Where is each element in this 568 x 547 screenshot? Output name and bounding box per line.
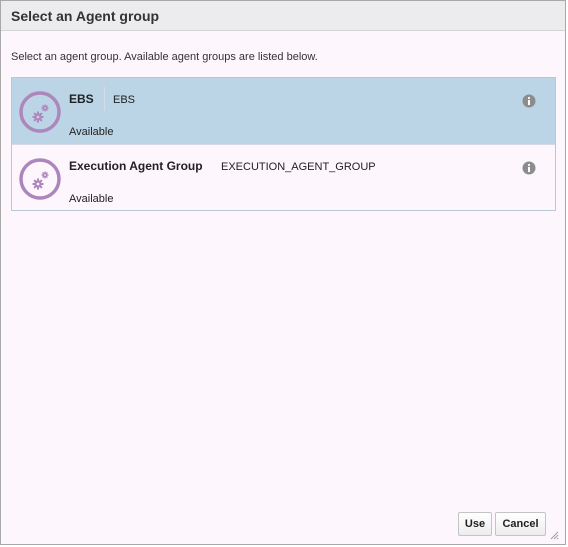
agent-group-gears-icon [19,158,61,200]
agent-group-row-ebs[interactable]: EBS EBS Available [12,78,555,144]
agent-group-gears-icon [19,91,61,133]
info-icon[interactable] [522,161,536,175]
agent-group-status: Available [69,193,114,205]
resize-grip-icon[interactable] [549,530,559,540]
dialog-instructions: Select an agent group. Available agent g… [11,51,318,63]
agent-group-name: Execution Agent Group [69,159,203,173]
use-button[interactable]: Use [458,512,492,536]
agent-group-code: EBS [113,94,136,106]
agent-group-list: EBS EBS Available Execution Agent Group … [11,77,556,211]
agent-group-code: EXECUTION_AGENT_GROUP [221,161,376,173]
agent-group-status: Available [69,126,114,138]
name-code-divider [104,87,105,111]
cancel-button[interactable]: Cancel [495,512,546,536]
select-agent-group-dialog: Select an Agent group Select an agent gr… [0,0,566,545]
agent-group-name: EBS [69,92,94,106]
dialog-titlebar[interactable]: Select an Agent group [1,1,565,31]
info-icon[interactable] [522,94,536,108]
agent-group-row-execution[interactable]: Execution Agent Group EXECUTION_AGENT_GR… [12,144,555,210]
dialog-title: Select an Agent group [11,8,160,24]
